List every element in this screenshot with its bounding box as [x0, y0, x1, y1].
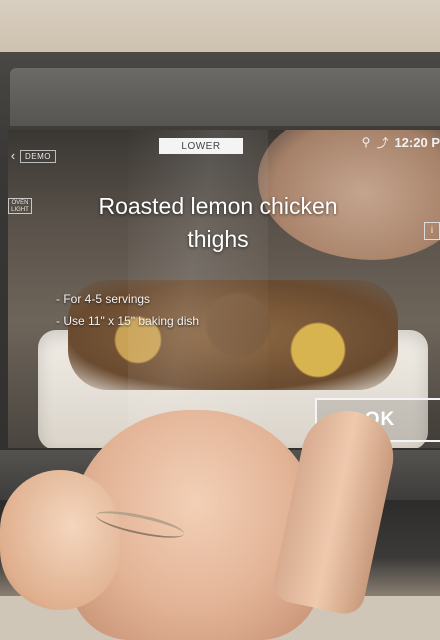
- user-knuckle: [0, 470, 120, 610]
- demo-badge: DEMO: [20, 149, 56, 163]
- oven-light-button[interactable]: OVEN LIGHT: [8, 198, 32, 214]
- recipe-note-dish: Use 11" x 15" baking dish: [56, 310, 199, 332]
- back-arrow-icon[interactable]: ‹: [8, 149, 18, 163]
- remote-control-icon: ⚲: [361, 135, 371, 149]
- wifi-icon: ⤴: [376, 135, 389, 150]
- info-icon[interactable]: i: [424, 222, 440, 240]
- oven-top-bezel: [10, 68, 440, 126]
- status-bar: ⚲ ⤴ 12:20 P: [362, 132, 440, 152]
- clock-time: 12:20 P: [394, 134, 440, 150]
- recipe-notes: For 4-5 servings Use 11" x 15" baking di…: [56, 288, 199, 332]
- recipe-title: Roasted lemon chicken thighs: [98, 193, 338, 252]
- oven-touchscreen: ‹ DEMO LOWER ⚲ ⤴ 12:20 P OVEN LIGHT i Ro…: [8, 130, 440, 448]
- recipe-note-servings: For 4-5 servings: [56, 288, 199, 310]
- oven-select-tab[interactable]: LOWER: [159, 138, 243, 154]
- back-control[interactable]: ‹ DEMO: [8, 149, 56, 163]
